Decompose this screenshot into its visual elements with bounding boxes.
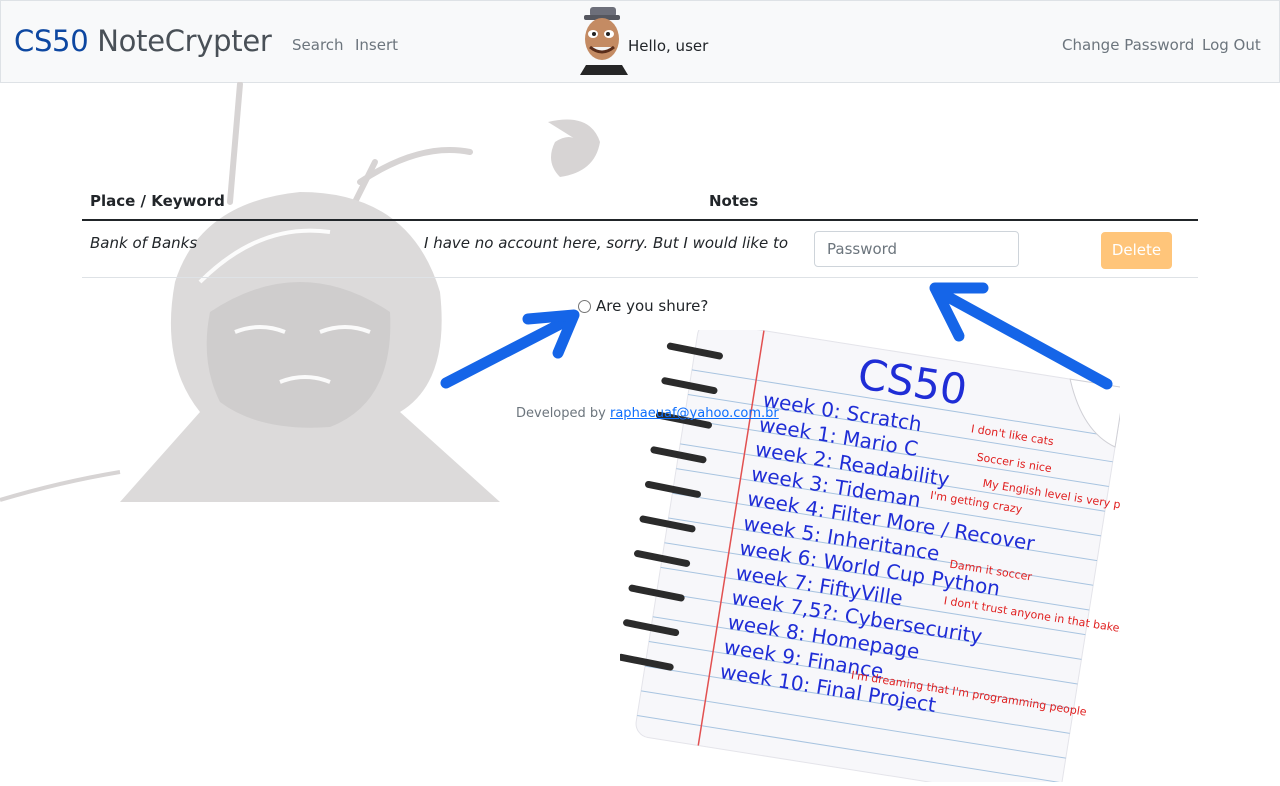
logout-link[interactable]: Log Out bbox=[1202, 35, 1261, 55]
brand-prefix: CS50 bbox=[14, 24, 89, 58]
avatar bbox=[580, 7, 628, 75]
place-cell: Bank of Banks bbox=[90, 234, 198, 252]
nav-search-link[interactable]: Search bbox=[292, 35, 344, 55]
navbar: CS50 NoteCrypter Search Insert Hello, us… bbox=[0, 0, 1280, 83]
footer: Developed by raphaeuaf@yahoo.com.br bbox=[516, 405, 779, 422]
header-notes: Notes bbox=[709, 192, 759, 210]
nav-insert-link[interactable]: Insert bbox=[355, 35, 398, 55]
notes-table: Place / Keyword Notes Bank of Banks I ha… bbox=[82, 183, 1198, 278]
table-row: Bank of Banks I have no account here, so… bbox=[82, 221, 1198, 278]
greeting-text: Hello, user bbox=[628, 37, 709, 55]
footer-email-link[interactable]: raphaeuaf@yahoo.com.br bbox=[610, 406, 779, 421]
notebook-image: CS50 week 0: Scratch week 1: Mario C wee… bbox=[620, 330, 1120, 782]
brand-suffix: NoteCrypter bbox=[97, 24, 272, 58]
footer-prefix: Developed by bbox=[516, 406, 606, 421]
background-sketch bbox=[0, 82, 600, 502]
password-input[interactable] bbox=[814, 231, 1019, 267]
confirm-option[interactable]: Are you shure? bbox=[578, 296, 708, 316]
radio-button[interactable] bbox=[578, 299, 591, 313]
change-password-link[interactable]: Change Password bbox=[1062, 35, 1194, 55]
header-place: Place / Keyword bbox=[90, 192, 225, 210]
table-header: Place / Keyword Notes bbox=[82, 183, 1198, 221]
brand-logo[interactable]: CS50 NoteCrypter bbox=[14, 23, 272, 59]
delete-button[interactable]: Delete bbox=[1101, 232, 1172, 269]
note-cell: I have no account here, sorry. But I wou… bbox=[424, 234, 789, 252]
confirm-label: Are you shure? bbox=[596, 297, 709, 315]
